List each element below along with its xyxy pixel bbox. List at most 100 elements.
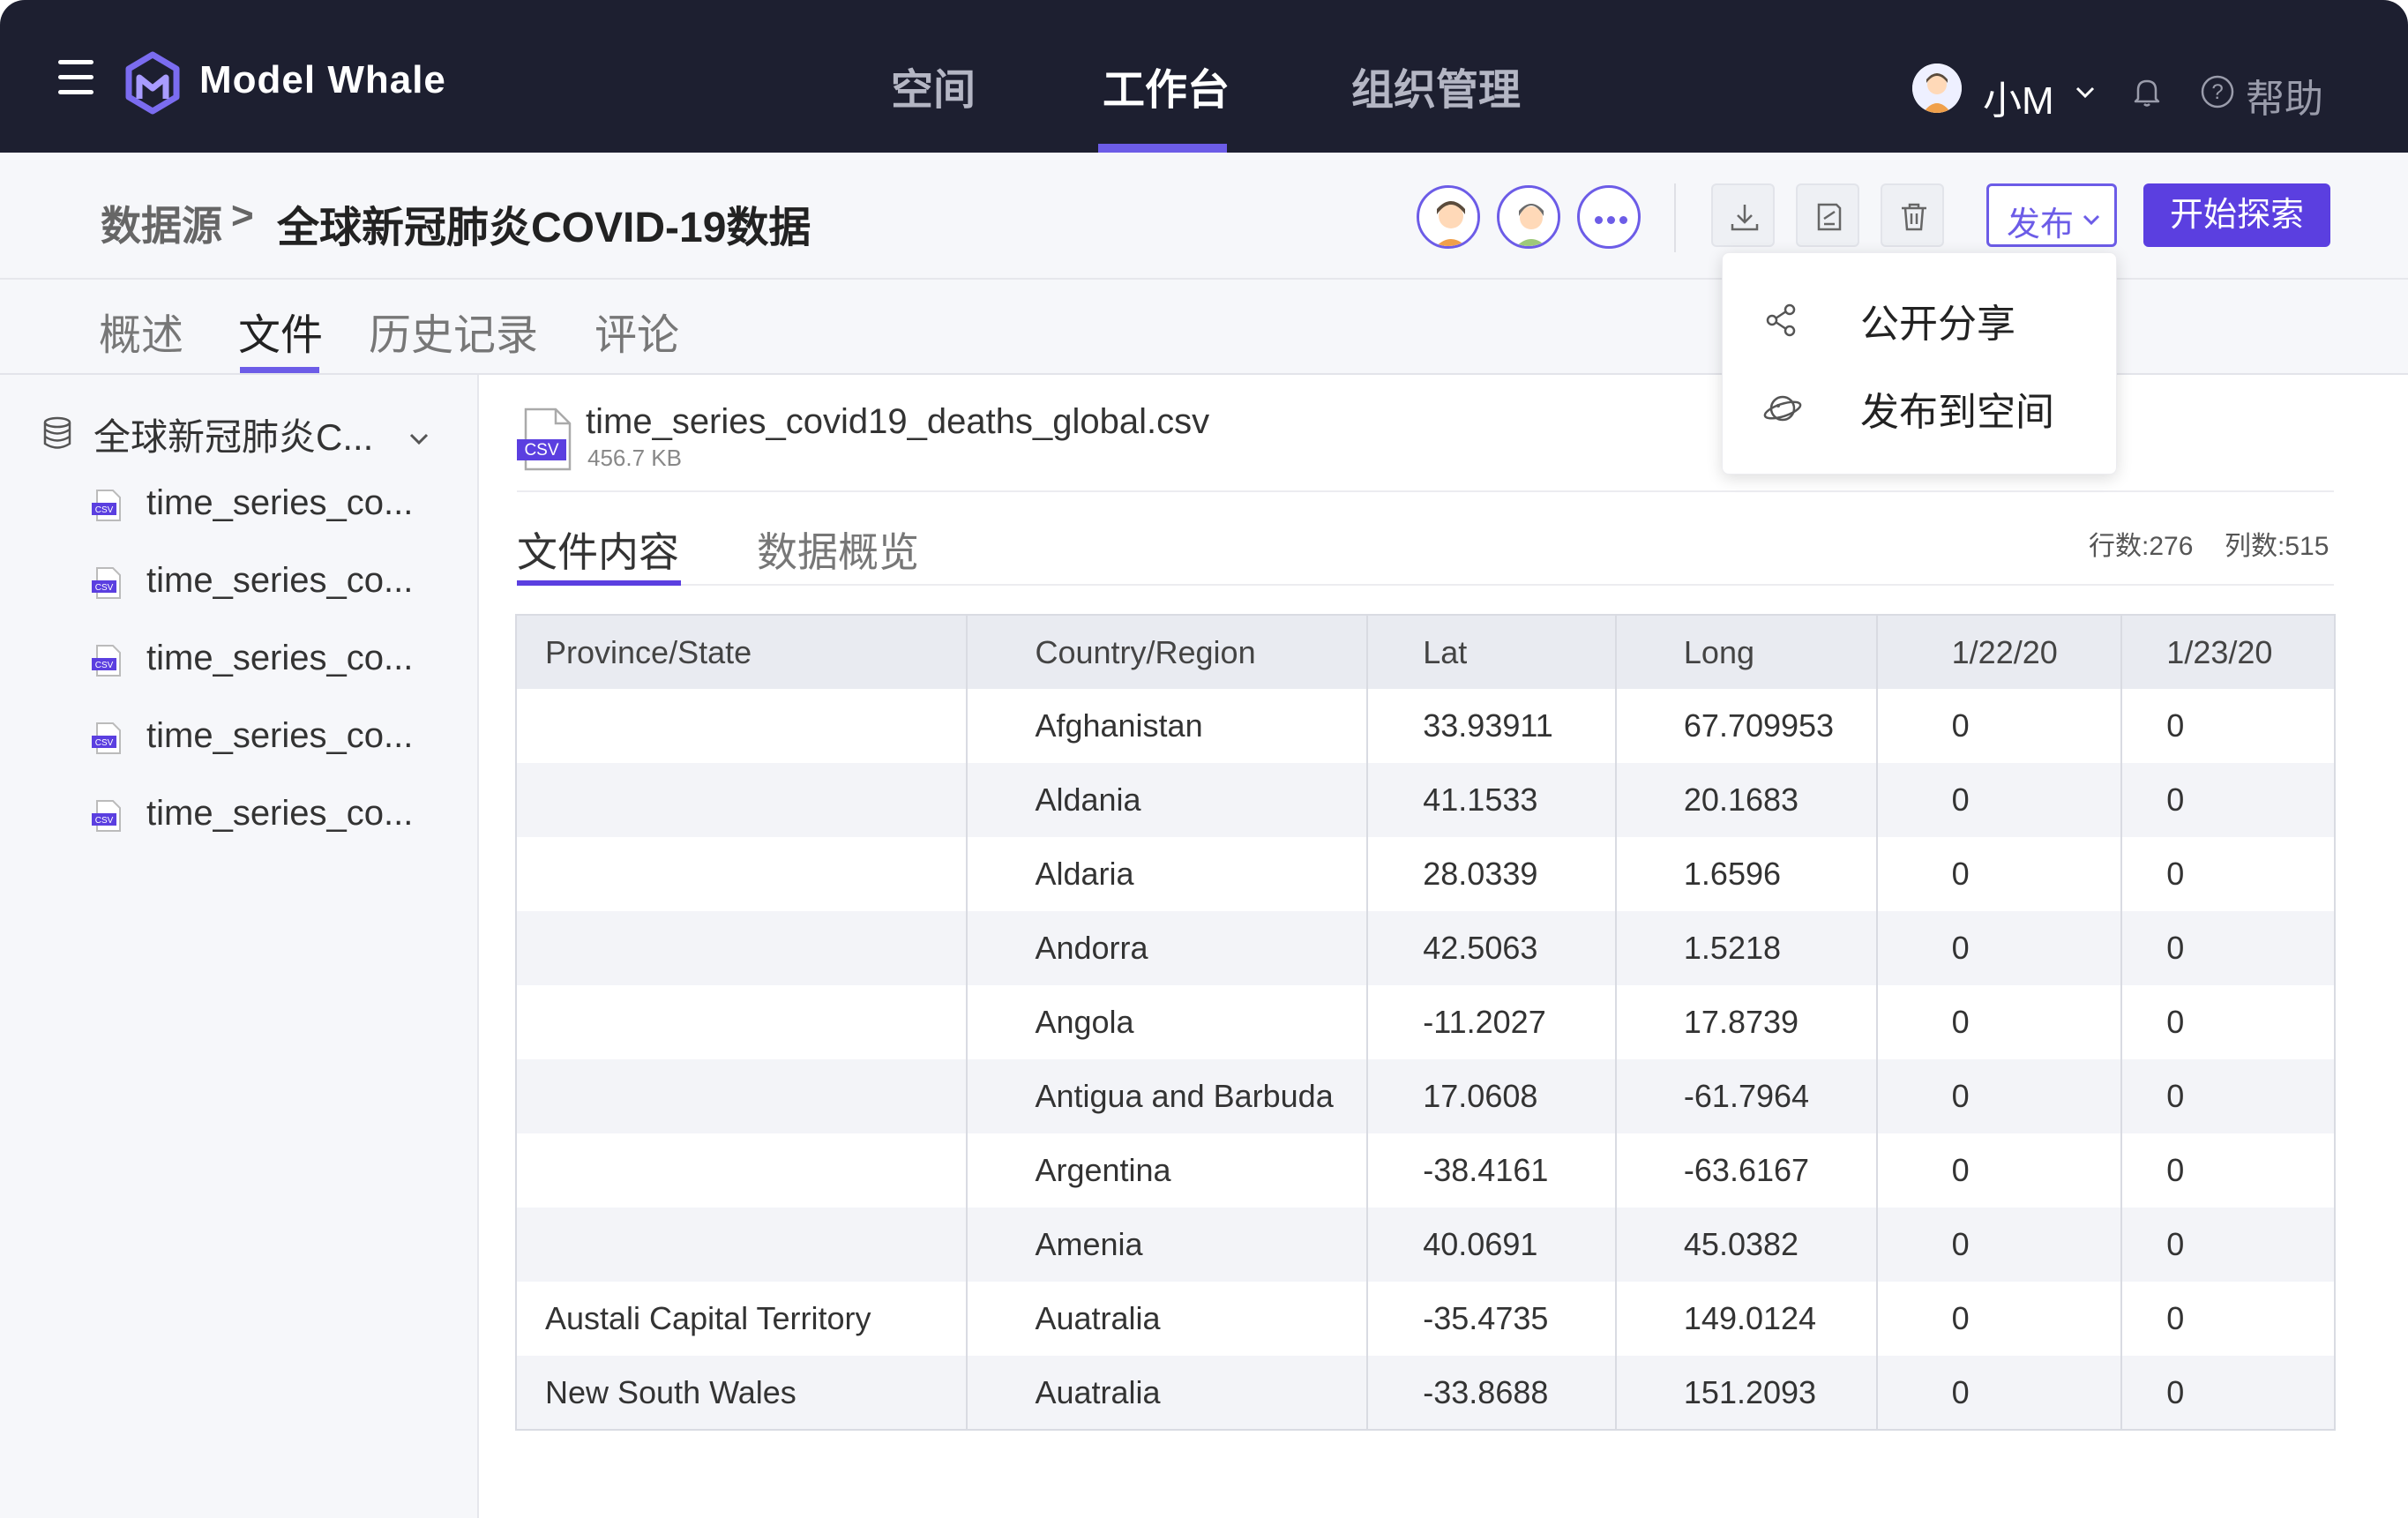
column-header[interactable]: 1/22/20 — [1875, 615, 2122, 689]
tab-comments[interactable]: 评论 — [595, 300, 679, 362]
table-cell: 0 — [1875, 689, 2122, 763]
table-row: Andorra 42.5063 1.5218 0 0 — [516, 911, 2335, 985]
help-link[interactable]: 帮助 — [2246, 67, 2323, 123]
svg-text:CSV: CSV — [95, 505, 114, 515]
table-cell: 1.5218 — [1614, 911, 1877, 985]
table-cell: 0 — [1875, 985, 2122, 1059]
delete-button[interactable] — [1881, 183, 1944, 247]
table-cell: 0 — [2120, 689, 2335, 763]
logo-text[interactable]: Model Whale — [199, 58, 446, 102]
table-row: New South Wales Auatralia -33.8688 151.2… — [516, 1356, 2335, 1430]
table-cell — [516, 763, 968, 837]
table-cell: Austali Capital Territory — [545, 1300, 871, 1336]
data-table: Province/State Country/Region Lat Long 1… — [515, 614, 2336, 1431]
table-cell — [516, 1133, 967, 1208]
table-cell: -61.7964 — [1614, 1059, 1877, 1133]
table-cell: 67.709953 — [1614, 689, 1877, 763]
table-cell: 0 — [2120, 763, 2335, 837]
table-cell: 41.1533 — [1366, 763, 1616, 837]
table-cell: Auatralia — [966, 1356, 1368, 1430]
table-cell: 149.0124 — [1614, 1282, 1877, 1356]
csv-file-icon: CSV — [92, 800, 121, 832]
table-cell: 0 — [2120, 1133, 2335, 1208]
start-explore-button[interactable]: 开始探索 — [2143, 183, 2330, 247]
subtab-divider — [517, 584, 2334, 586]
table-cell: 0 — [1875, 837, 2122, 911]
collaborator-avatar[interactable] — [1497, 185, 1560, 249]
tab-file-content[interactable]: 文件内容 — [517, 520, 679, 579]
file-size: 456.7 KB — [587, 445, 682, 471]
column-header[interactable]: Province/State — [516, 615, 968, 689]
table-cell: Angola — [966, 985, 1368, 1059]
table-cell: 0 — [2120, 1356, 2335, 1430]
table-cell — [516, 1208, 968, 1282]
collaborator-avatar[interactable] — [1417, 185, 1480, 249]
csv-file-icon: CSV — [92, 567, 121, 599]
table-cell: 0 — [1875, 1133, 2122, 1208]
svg-text:CSV: CSV — [95, 738, 114, 748]
edit-button[interactable] — [1796, 183, 1859, 247]
modelwhale-logo-icon[interactable] — [123, 51, 182, 115]
table-cell: 0 — [1875, 1356, 2122, 1430]
nav-item-org-management[interactable]: 组织管理 — [1351, 55, 1521, 116]
table-row: Aldania 41.1533 20.1683 0 0 — [516, 763, 2335, 837]
table-cell: 151.2093 — [1614, 1356, 1877, 1430]
toolbar-divider — [1674, 183, 1676, 252]
table-header-row: Province/State Country/Region Lat Long 1… — [516, 615, 2335, 689]
column-header[interactable]: Long — [1614, 615, 1877, 689]
table-cell: Aldaria — [966, 837, 1368, 911]
nav-item-space[interactable]: 空间 — [891, 55, 976, 116]
chevron-down-icon[interactable] — [408, 427, 430, 450]
column-header[interactable]: Lat — [1366, 615, 1616, 689]
dataset-tree-root[interactable]: 全球新冠肺炎C... — [93, 408, 373, 461]
tab-data-overview[interactable]: 数据概览 — [757, 520, 919, 579]
csv-file-icon: CSV — [92, 722, 121, 754]
table-row: Angola -11.2027 17.8739 0 0 — [516, 985, 2335, 1059]
more-collaborators-button[interactable] — [1577, 185, 1641, 249]
file-name: time_series_covid19_deaths_global.csv — [586, 402, 1210, 441]
user-name[interactable]: 小M — [1983, 69, 2054, 125]
menu-item-label: 公开分享 — [1860, 303, 2015, 346]
page-title: 全球新冠肺炎COVID-19数据 — [277, 205, 811, 251]
table-cell: 45.0382 — [1614, 1208, 1877, 1282]
nav-item-workbench[interactable]: 工作台 — [1103, 55, 1230, 116]
table-cell: Antigua and Barbuda — [966, 1059, 1368, 1133]
download-icon — [1731, 205, 1759, 231]
sidebar-file-name: time_series_co... — [146, 639, 414, 677]
bell-icon[interactable] — [2133, 76, 2161, 108]
table-cell: Andorra — [966, 911, 1368, 985]
table-row: Aldaria 28.0339 1.6596 0 0 — [516, 837, 2335, 911]
active-tab-indicator — [240, 367, 319, 373]
table-cell: -11.2027 — [1366, 985, 1616, 1059]
table-cell: Auatralia — [966, 1282, 1368, 1356]
column-header[interactable]: Country/Region — [966, 615, 1368, 689]
chevron-down-icon[interactable] — [2075, 81, 2096, 102]
table-cell: Aldania — [966, 763, 1368, 837]
menu-icon[interactable] — [58, 60, 93, 99]
table-cell: -63.6167 — [1614, 1133, 1877, 1208]
tab-files[interactable]: 文件 — [238, 300, 323, 362]
user-avatar[interactable] — [1912, 64, 1962, 113]
tab-history[interactable]: 历史记录 — [369, 300, 538, 362]
table-cell: 17.8739 — [1614, 985, 1877, 1059]
download-button[interactable] — [1711, 183, 1775, 247]
publish-button[interactable]: 发布 — [1986, 183, 2117, 247]
table-cell: Argentina — [966, 1133, 1368, 1208]
publish-label: 发布 — [2007, 206, 2075, 243]
tab-overview[interactable]: 概述 — [99, 300, 183, 362]
table-cell — [516, 1059, 968, 1133]
csv-file-icon: CSV — [92, 645, 121, 677]
table-cell: 0 — [2120, 1282, 2335, 1356]
table-cell: 20.1683 — [1614, 763, 1877, 837]
table-cell: Amenia — [966, 1208, 1368, 1282]
column-header[interactable]: 1/23/20 — [2120, 615, 2335, 689]
table-cell — [516, 837, 967, 911]
table-cell — [516, 985, 967, 1059]
table-cell: 17.0608 — [1366, 1059, 1616, 1133]
table-cell: -35.4735 — [1366, 1282, 1616, 1356]
help-icon[interactable]: ? — [2200, 74, 2235, 109]
breadcrumb-datasource[interactable]: 数据源 — [101, 194, 222, 252]
table-cell: 0 — [1875, 1059, 2122, 1133]
table-cell: 0 — [1875, 1208, 2122, 1282]
sidebar-file-name: time_series_co... — [146, 483, 414, 522]
